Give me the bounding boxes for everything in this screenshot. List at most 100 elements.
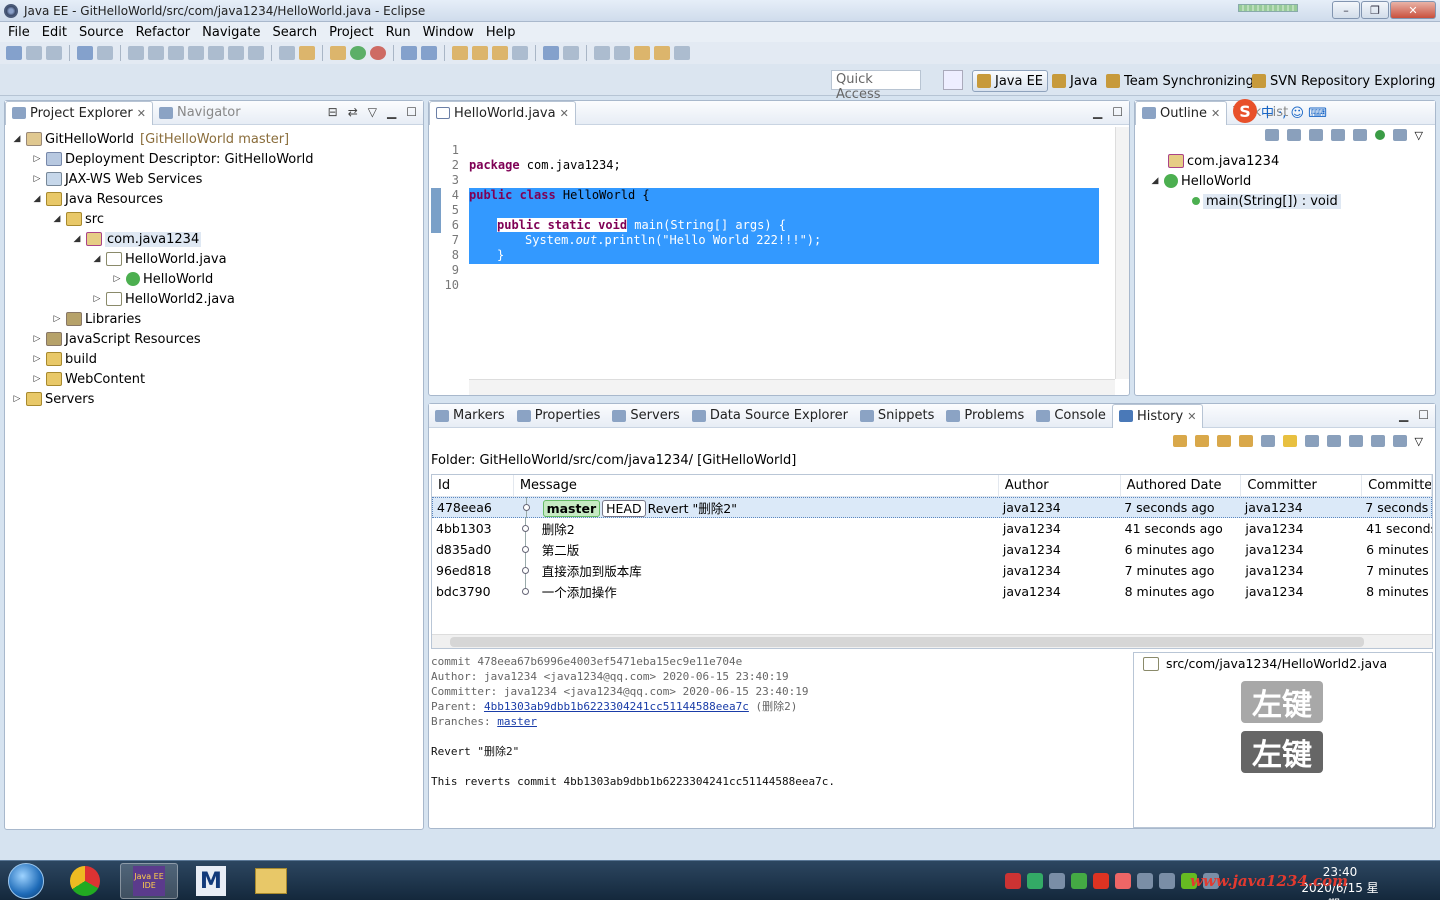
menu-window[interactable]: Window: [417, 25, 480, 40]
previous-annotation-icon[interactable]: [614, 46, 630, 60]
network-icon[interactable]: [1137, 873, 1153, 889]
last-edit-icon[interactable]: [634, 46, 650, 60]
pin-icon[interactable]: [563, 46, 579, 60]
pin-icon[interactable]: [1216, 435, 1231, 447]
skip-breakpoints-icon[interactable]: [97, 46, 113, 60]
tab-helloworld-java[interactable]: HelloWorld.java ✕: [429, 100, 576, 125]
collapse-icon[interactable]: ▷: [11, 394, 23, 404]
minimize-view-icon[interactable]: ▁: [387, 105, 396, 119]
view-menu-icon[interactable]: ▽: [1415, 129, 1423, 147]
new-icon[interactable]: [6, 46, 22, 60]
close-icon[interactable]: ✕: [137, 107, 146, 120]
tree-item-libraries[interactable]: ▷ Libraries: [5, 309, 423, 329]
expand-icon[interactable]: ◢: [51, 214, 63, 224]
collapse-all-icon[interactable]: [1264, 129, 1279, 141]
collapse-icon[interactable]: ▷: [31, 174, 43, 184]
menu-project[interactable]: Project: [323, 25, 379, 40]
taskbar-app-recorder[interactable]: M: [182, 863, 240, 899]
open-type-icon[interactable]: [452, 46, 468, 60]
show-first-parent-icon[interactable]: [1304, 435, 1319, 447]
menu-file[interactable]: File: [2, 25, 36, 40]
perspective-team-sync[interactable]: Team Synchronizing: [1102, 70, 1258, 92]
tab-problems[interactable]: Problems: [940, 404, 1030, 428]
hide-static-icon[interactable]: [1330, 129, 1345, 141]
terminate-icon[interactable]: [168, 46, 184, 60]
start-button[interactable]: [8, 863, 44, 899]
compare-mode-icon[interactable]: [1282, 435, 1297, 447]
open-perspective-icon[interactable]: [943, 70, 963, 90]
taskbar-app-chrome[interactable]: [56, 863, 114, 899]
expand-icon[interactable]: ◢: [1149, 176, 1161, 186]
notification-icon[interactable]: [1159, 873, 1175, 889]
parent-commit-link[interactable]: 4bb1303ab9dbb1b6223304241cc51144588eea7c: [484, 700, 749, 713]
column-header-message[interactable]: Message: [514, 475, 999, 497]
perspective-java-ee[interactable]: Java EE: [972, 70, 1049, 92]
view-menu-icon[interactable]: ▽: [1415, 435, 1423, 448]
tree-item-src[interactable]: ◢ src: [5, 209, 423, 229]
menu-navigate[interactable]: Navigate: [196, 25, 266, 40]
tree-item-js-resources[interactable]: ▷ JavaScript Resources: [5, 329, 423, 349]
table-row[interactable]: d835ad0 第二版 java1234 6 minutes ago java1…: [432, 539, 1432, 560]
tab-snippets[interactable]: Snippets: [854, 404, 940, 428]
maximize-view-icon[interactable]: ☐: [1112, 105, 1123, 119]
table-row[interactable]: 4bb1303 删除2 java1234 41 seconds ago java…: [432, 518, 1432, 539]
open-task-icon[interactable]: [472, 46, 488, 60]
collapse-icon[interactable]: ▷: [31, 354, 43, 364]
external-tools-icon[interactable]: [370, 46, 386, 60]
tab-data-source-explorer[interactable]: Data Source Explorer: [686, 404, 854, 428]
expand-icon[interactable]: ◢: [91, 254, 103, 264]
tab-console[interactable]: Console: [1030, 404, 1112, 428]
hide-local-types-icon[interactable]: [1374, 130, 1385, 140]
tab-outline[interactable]: Outline ✕: [1135, 100, 1228, 125]
step-return-icon[interactable]: [248, 46, 264, 60]
link-with-selection-icon[interactable]: [1194, 435, 1209, 447]
maximize-view-icon[interactable]: ☐: [406, 105, 417, 119]
link-with-editor-icon[interactable]: ⇄: [348, 105, 358, 119]
column-header-authored-date[interactable]: Authored Date: [1121, 475, 1242, 497]
git-icon[interactable]: [299, 46, 315, 60]
sogou-icon[interactable]: [1093, 873, 1109, 889]
new-web-service-icon[interactable]: [421, 46, 437, 60]
taskbar-app-explorer[interactable]: [242, 863, 300, 899]
use-step-filters-icon[interactable]: [279, 46, 295, 60]
collapse-icon[interactable]: ▷: [31, 154, 43, 164]
outline-item-method[interactable]: main(String[]) : void: [1135, 191, 1435, 211]
browser-icon[interactable]: [543, 46, 559, 60]
annotation-icon[interactable]: [512, 46, 528, 60]
code-editor[interactable]: 1 package com.java1234; 2 3 public class…: [429, 127, 1115, 379]
hide-fields-icon[interactable]: [1308, 129, 1323, 141]
close-icon[interactable]: ✕: [1187, 410, 1196, 423]
tab-servers[interactable]: Servers: [606, 404, 685, 428]
close-icon[interactable]: ✕: [1211, 107, 1220, 120]
sort-icon[interactable]: [1286, 129, 1301, 141]
menu-run[interactable]: Run: [380, 25, 417, 40]
show-all-icon[interactable]: [1370, 435, 1385, 447]
minimize-button[interactable]: –: [1332, 1, 1360, 19]
suspend-icon[interactable]: [148, 46, 164, 60]
quick-access-input[interactable]: Quick Access: [831, 70, 921, 102]
show-all-branches-icon[interactable]: [1238, 435, 1253, 447]
tree-item-jaxws[interactable]: ▷ JAX-WS Web Services: [5, 169, 423, 189]
search-icon[interactable]: [492, 46, 508, 60]
tree-item-helloworld-class[interactable]: ▷ HelloWorld: [5, 269, 423, 289]
open-console-icon[interactable]: [77, 46, 93, 60]
outline-item-class[interactable]: ◢ HelloWorld: [1135, 171, 1435, 191]
table-row[interactable]: 478eea6 master HEAD Revert "删除2" java1234 …: [432, 497, 1432, 518]
disconnect-icon[interactable]: [188, 46, 204, 60]
tree-item-package[interactable]: ◢ com.java1234: [5, 229, 423, 249]
find-icon[interactable]: [1260, 435, 1275, 447]
antivirus-icon[interactable]: [1005, 873, 1021, 889]
collapse-all-icon[interactable]: ⊟: [328, 105, 338, 119]
menu-search[interactable]: Search: [266, 25, 323, 40]
column-header-committer[interactable]: Committer: [1241, 475, 1363, 497]
maximize-view-icon[interactable]: ☐: [1418, 408, 1429, 422]
collapse-icon[interactable]: ▷: [31, 334, 43, 344]
table-horizontal-scrollbar[interactable]: [432, 634, 1432, 648]
expand-icon[interactable]: ◢: [31, 194, 43, 204]
tab-navigator[interactable]: Navigator: [153, 101, 247, 125]
tree-item-webcontent[interactable]: ▷ WebContent: [5, 369, 423, 389]
resume-icon[interactable]: [128, 46, 144, 60]
taskbar-app-eclipse[interactable]: Java EE IDE: [120, 863, 178, 899]
branch-link[interactable]: master: [497, 715, 537, 728]
minimize-view-icon[interactable]: ▁: [1093, 105, 1102, 119]
